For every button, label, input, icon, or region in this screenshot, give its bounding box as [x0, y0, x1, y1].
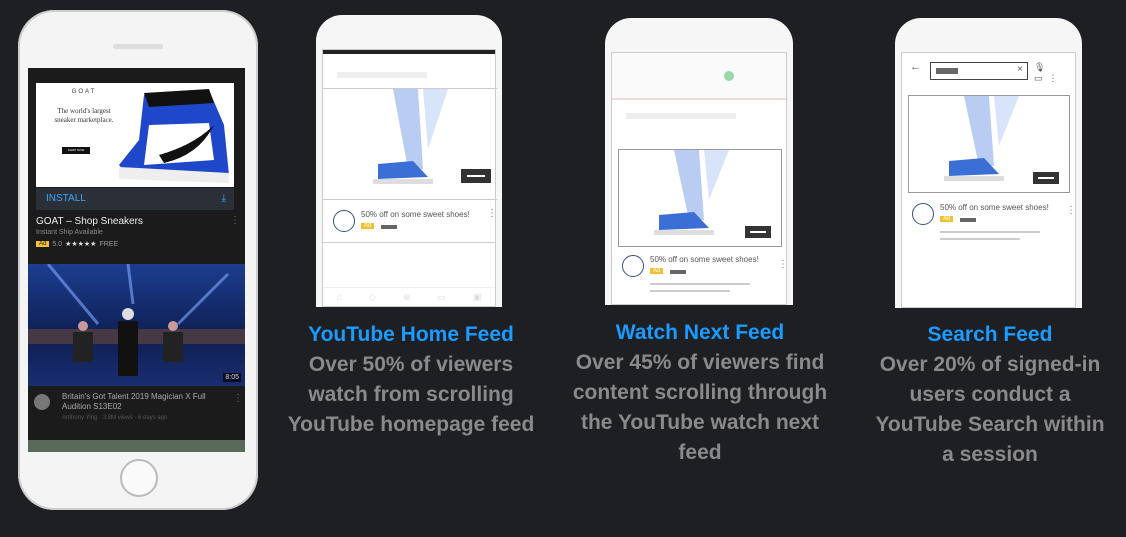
more-options-icon[interactable]: ⋮	[230, 215, 240, 226]
back-arrow-icon[interactable]: ←	[910, 61, 921, 73]
video-player[interactable]	[612, 53, 786, 100]
home-button[interactable]	[120, 459, 158, 497]
install-button[interactable]: INSTALL ⤓	[36, 188, 234, 210]
ad-badge: Ad	[940, 216, 954, 222]
ad-headline: 50% off on some sweet shoes!	[361, 210, 470, 219]
video-meta: Anthony Ying · 3.8M views · 6 days ago	[62, 415, 168, 421]
ad-headline: 50% off on some sweet shoes!	[940, 203, 1049, 212]
app-subtitle: Instant Ship Available	[36, 229, 103, 236]
phone-mockup-search-feed: ← × 🎙▭⋮ 50% off on some sweet shoes! Ad …	[895, 18, 1082, 308]
ad-badge: Ad	[36, 241, 50, 247]
caption-body: Over 20% of signed-in users conduct a Yo…	[875, 353, 1105, 466]
more-options-icon[interactable]: ⋮	[1049, 73, 1064, 83]
tagline: The world's largest sneaker marketplace.	[54, 107, 114, 124]
bottom-nav[interactable]: ⌂ ◇ ⊕ ▭ ▣	[323, 287, 495, 306]
shoe-logo-icon	[622, 255, 644, 277]
shoe-logo-icon	[912, 203, 934, 225]
video-duration: 8:05	[223, 373, 241, 382]
cast-icon[interactable]: ▭	[1034, 73, 1049, 83]
sneaker-illustration	[908, 95, 1070, 193]
ad-card[interactable]: 50% off on some sweet shoes! Ad ⋮	[323, 202, 497, 243]
more-options-icon[interactable]: ⋮	[1066, 205, 1076, 216]
sneaker-image	[119, 89, 229, 183]
caption-watch-next: Watch Next Feed Over 45% of viewers find…	[570, 318, 830, 468]
app-title: GOAT – Shop Sneakers	[36, 216, 143, 227]
caption-body: Over 50% of viewers watch from scrolling…	[287, 353, 535, 436]
phone-mockup-goat-ad: GOAT The world's largest sneaker marketp…	[18, 10, 258, 510]
search-input[interactable]: ×	[930, 62, 1028, 80]
sneaker-illustration	[323, 88, 497, 200]
more-options-icon[interactable]: ⋮	[778, 259, 788, 270]
video-title[interactable]: Britain's Got Talent 2019 Magician X Ful…	[62, 392, 230, 412]
more-options-icon[interactable]: ⋮	[487, 208, 497, 219]
caption-body: Over 45% of viewers find content scrolli…	[572, 351, 828, 464]
phone-mockup-watch-next: 50% off on some sweet shoes! Ad ⋮	[605, 18, 793, 305]
goat-ad-banner[interactable]: GOAT The world's largest sneaker marketp…	[36, 83, 234, 187]
ad-badge: Ad	[650, 268, 664, 274]
shoe-logo-icon	[333, 210, 355, 232]
phone-mockup-home-feed: 50% off on some sweet shoes! Ad ⋮ ⌂ ◇ ⊕ ▭ ▣	[316, 15, 502, 307]
stage-image	[28, 264, 245, 376]
channel-avatar[interactable]	[34, 394, 50, 410]
brand-logo: GOAT	[71, 89, 97, 95]
more-options-icon[interactable]: ⋮	[233, 393, 243, 404]
caption-home-feed: YouTube Home Feed Over 50% of viewers wa…	[280, 320, 542, 440]
phone-screen: GOAT The world's largest sneaker marketp…	[28, 68, 245, 452]
video-thumbnail[interactable]: 8:05	[28, 264, 245, 386]
placeholder-bar	[960, 218, 976, 222]
ad-badge: Ad	[361, 223, 375, 229]
clear-icon[interactable]: ×	[1017, 64, 1023, 75]
caption-heading: Search Feed	[927, 323, 1053, 346]
price: FREE	[99, 240, 119, 248]
sneaker-illustration	[618, 149, 782, 247]
rating: 5.0	[52, 240, 63, 248]
install-label: INSTALL	[46, 193, 86, 204]
mic-icon[interactable]: 🎙	[1034, 62, 1051, 72]
download-icon: ⤓	[221, 193, 226, 204]
toolbar-icons[interactable]: 🎙▭⋮	[1034, 62, 1075, 84]
speaker	[113, 44, 163, 49]
next-video-thumbnail	[28, 440, 245, 452]
app-meta: Ad 5.0 ★★★★★ FREE	[36, 240, 118, 248]
caption-heading: YouTube Home Feed	[308, 323, 514, 346]
caption-heading: Watch Next Feed	[615, 321, 785, 344]
star-rating: ★★★★★	[65, 241, 97, 248]
caption-search-feed: Search Feed Over 20% of signed-in users …	[870, 320, 1110, 470]
placeholder-bar	[381, 225, 397, 229]
placeholder-bar	[670, 270, 686, 274]
shop-now-button[interactable]: SHOP NOW	[62, 147, 90, 154]
ad-headline: 50% off on some sweet shoes!	[650, 255, 759, 264]
